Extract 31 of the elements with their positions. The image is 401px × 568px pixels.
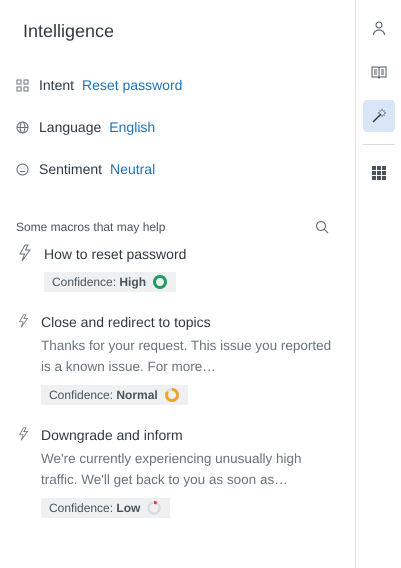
confidence-label: Confidence: Normal [49, 387, 158, 403]
book-icon [370, 64, 386, 80]
macro-title[interactable]: How to reset password [44, 244, 186, 264]
lightning-icon [18, 425, 29, 443]
macro-description: Thanks for your request. This issue you reported is a known issue. For more… [41, 337, 332, 376]
sidebar-button[interactable] [362, 100, 394, 132]
attribute-value: English [109, 119, 156, 135]
panel-title: Intelligence [23, 20, 116, 42]
confidence-ring [152, 274, 168, 290]
attribute-label: Intent [39, 77, 74, 93]
macro-description: We're currently experiencing unusually high traffic. We'll get back to you as soon as… [41, 450, 302, 489]
macro-title[interactable]: Downgrade and inform [41, 425, 339, 445]
confidence-label: Confidence: Low [49, 500, 140, 516]
confidence-label: Confidence: High [52, 274, 146, 290]
section-heading: Some macros that may help [16, 220, 166, 234]
attribute-value: Reset password [82, 77, 182, 93]
lightning-icon [18, 312, 29, 330]
globe-icon [16, 120, 29, 134]
apps-icon [370, 165, 386, 181]
lightning-icon [18, 244, 32, 262]
attribute-label: Language [39, 119, 102, 135]
attribute-label: Sentiment [39, 161, 102, 177]
grid-icon [16, 78, 29, 92]
macro-title[interactable]: Close and redirect to topics [41, 312, 339, 332]
confidence-ring [164, 387, 180, 403]
attribute-value: Neutral [110, 161, 156, 177]
confidence-ring [146, 500, 162, 516]
search-icon[interactable] [315, 220, 329, 234]
magic-wand-icon [370, 108, 386, 124]
user-icon [370, 20, 386, 36]
neutral-face-icon [16, 162, 29, 176]
